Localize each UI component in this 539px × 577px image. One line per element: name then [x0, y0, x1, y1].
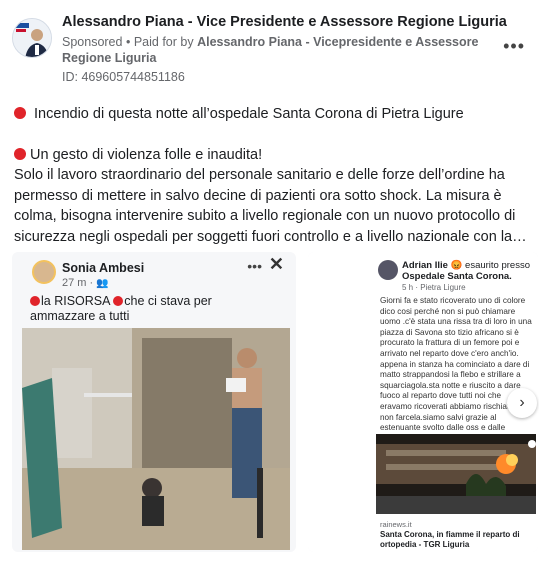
card2-author: Adrian Ilie: [402, 260, 448, 271]
carousel-card-2[interactable]: Adrian Ilie 😡 esaurito presso Ospedale S…: [308, 252, 538, 552]
card2-time: 5 h · Pietra Ligure: [402, 283, 466, 292]
post-line-1: Incendio di questa notte all’ospedale Sa…: [14, 104, 529, 125]
red-circle-icon: [14, 107, 26, 119]
red-circle-icon: [113, 296, 124, 306]
card2-screenshot: Adrian Ilie 😡 esaurito presso Ospedale S…: [308, 252, 538, 552]
friends-icon: 👥: [96, 278, 109, 289]
card1-text-part1: la RISORSA: [41, 294, 110, 308]
ad-header: Alessandro Piana - Vice Presidente e Ass…: [12, 10, 527, 90]
ad-id: ID: 469605744851186: [62, 70, 185, 84]
more-horizontal-icon[interactable]: •••: [503, 36, 525, 57]
card1-header: Sonia Ambesi 27 m · 👥 ••• ✕: [20, 254, 288, 298]
hospital-corridor-photo: [22, 328, 290, 550]
card1-text: la RISORSA che ci stava per ammazzare a …: [30, 294, 280, 324]
link-icon: [528, 440, 536, 448]
post-body: Solo il lavoro straordinario del persona…: [14, 167, 527, 245]
author-avatar: [378, 260, 398, 280]
post-line-1-text: Incendio di questa notte all’ospedale Sa…: [34, 106, 464, 122]
author-avatar: [32, 260, 56, 284]
card1-time: 27 m · 👥: [62, 277, 109, 289]
card2-link-title: Santa Corona, in fiamme il reparto di or…: [380, 530, 520, 549]
post-line-2: Un gesto di violenza folle e inaudita!: [14, 145, 529, 166]
fire-photo: [376, 434, 536, 514]
separator: •: [125, 35, 131, 49]
sponsored-label: Sponsored: [62, 35, 123, 49]
carousel-card-1[interactable]: Sonia Ambesi 27 m · 👥 ••• ✕ la RISORSA c…: [12, 252, 296, 552]
card2-feeling: 😡 esaurito presso: [450, 260, 530, 271]
paid-for-name[interactable]: Alessandro Piana - Vicepresidente e Asse…: [62, 35, 478, 65]
red-circle-icon: [14, 147, 26, 160]
card1-author: Sonia Ambesi: [62, 261, 145, 275]
post-line-2-text: Un gesto di violenza folle e inaudita!: [30, 146, 263, 163]
card2-page: Ospedale Santa Corona.: [402, 271, 512, 282]
card2-author-line: Adrian Ilie 😡 esaurito presso: [402, 260, 530, 271]
close-icon: ✕: [268, 254, 284, 274]
sponsored-line: Sponsored • Paid for by Alessandro Piana…: [62, 34, 482, 66]
paid-for-prefix: Paid for by: [133, 35, 194, 49]
card2-source: rainews.it: [380, 520, 412, 529]
chevron-right-icon: ›: [519, 394, 525, 411]
carousel-next-button[interactable]: ›: [507, 388, 537, 418]
card1-time-text: 27 m ·: [62, 277, 94, 289]
red-circle-icon: [30, 296, 40, 306]
post-text: Incendio di questa notte all’ospedale Sa…: [14, 104, 529, 247]
more-horizontal-icon: •••: [247, 258, 262, 274]
page-name[interactable]: Alessandro Piana - Vice Presidente e Ass…: [62, 14, 507, 30]
page-avatar[interactable]: [12, 18, 52, 58]
